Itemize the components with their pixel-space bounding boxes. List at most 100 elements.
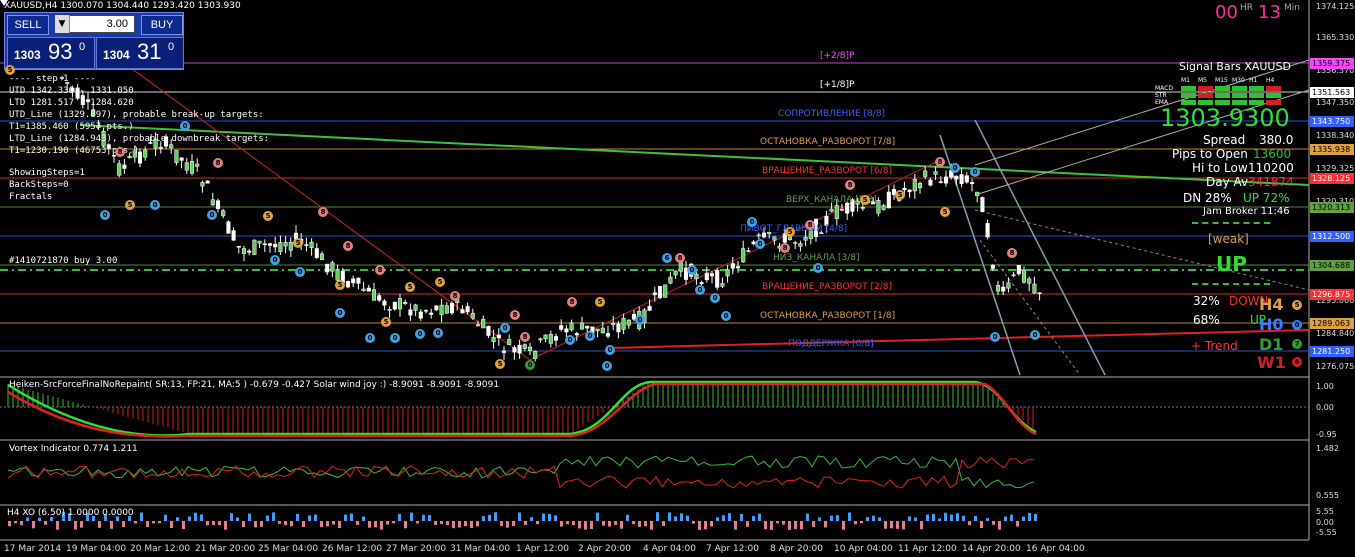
vortex-indicator: [7, 455, 1035, 489]
title-arrow-icon: [0, 0, 8, 6]
xo-bar: [932, 514, 935, 521]
signal-bar: [1266, 93, 1281, 98]
candle-body: [574, 333, 579, 336]
signal-bar: [1198, 86, 1213, 91]
xo-bar: [920, 521, 923, 530]
xo-bar: [266, 515, 269, 521]
xo-bar: [674, 516, 677, 521]
candle-body: [876, 200, 881, 214]
candle-body: [1011, 274, 1016, 277]
xo-bar: [686, 515, 689, 521]
candle-body: [756, 234, 761, 237]
candle-body: [1027, 278, 1032, 284]
price-chart[interactable]: [0, 0, 1355, 557]
xo-bar: [974, 516, 977, 521]
candle-body: [933, 171, 938, 175]
fractal-marker-icon: 5: [435, 277, 445, 287]
xo-bar: [158, 521, 161, 524]
fractal-marker-icon: 8: [675, 253, 685, 263]
d1-signal-icon: 7: [1292, 339, 1302, 349]
sell-button[interactable]: SELL: [7, 15, 49, 35]
candle-body: [917, 182, 923, 188]
xo-bar: [272, 512, 275, 521]
price-tag: 1343.750: [1310, 116, 1354, 127]
xo-bar: [626, 514, 629, 521]
fractal-marker-icon: 8: [450, 291, 460, 301]
fractal-marker-icon: 8: [520, 332, 530, 342]
xo-bar: [890, 521, 893, 529]
xo-bar: [590, 521, 593, 530]
xo-bar: [566, 521, 569, 525]
ask-quote[interactable]: 1304 31 0: [96, 37, 184, 69]
info-line: BackSteps=0: [9, 180, 69, 190]
level-label: НИЗ_КАНАЛА [3/8]: [773, 253, 860, 263]
up-percent: UP 72%: [1243, 191, 1290, 205]
h0-signal-icon: 0: [1292, 320, 1302, 330]
fractal-marker-icon: 0: [525, 360, 535, 370]
candle-body: [319, 253, 325, 260]
xo-bar: [758, 513, 761, 521]
candle-body: [1037, 292, 1042, 294]
xo-bar: [26, 517, 29, 521]
candle-body: [985, 222, 990, 238]
candle-body: [715, 270, 720, 288]
candle-body: [673, 270, 678, 276]
time-axis-label: 17 Mar 2014: [4, 544, 62, 554]
xo-bar: [200, 514, 203, 521]
info-line: T1=1385.460 (5957 pts.): [9, 122, 134, 132]
xo-bar: [644, 521, 647, 527]
xo-bar: [230, 513, 233, 521]
signal-bar: [1198, 93, 1213, 98]
xo-bar: [296, 513, 299, 521]
xo-bar: [422, 514, 425, 521]
bid-quote[interactable]: 1303 93 0: [7, 37, 95, 69]
lot-down-arrow-icon[interactable]: ▼: [55, 15, 70, 33]
solar-wind-indicator: [0, 380, 1309, 438]
xo-bar: [254, 521, 257, 528]
candle-body: [262, 243, 267, 246]
fractal-marker-icon: 5: [335, 280, 345, 290]
candle-body: [969, 182, 975, 185]
time-axis-label: 2 Apr 20:00: [578, 544, 631, 554]
xo-bar: [668, 512, 671, 521]
candle-body: [517, 344, 522, 354]
candle-body: [616, 323, 621, 333]
xo-bar: [32, 521, 35, 529]
candle-body: [252, 239, 257, 255]
fractal-marker-icon: 8: [115, 147, 125, 157]
signal-row-label: MACD: [1155, 85, 1173, 92]
candle-body: [481, 318, 486, 329]
tf-d1-label: D1: [1259, 335, 1284, 354]
xo-bar: [770, 521, 773, 530]
candle-body: [273, 243, 278, 248]
candle-body: [236, 245, 241, 248]
xo-bar: [308, 515, 311, 521]
xo-bar: [638, 521, 641, 527]
down-percent: DN 28%: [1183, 191, 1232, 205]
fractal-marker-icon: 0: [207, 210, 217, 220]
xo-bar: [194, 512, 197, 521]
xo-bar: [782, 521, 785, 525]
candle-body: [304, 244, 309, 246]
fractal-marker-icon: 8: [1007, 248, 1017, 258]
xo-bar: [632, 521, 635, 525]
xo-bar: [440, 521, 443, 524]
candle-body: [184, 162, 189, 171]
xo-bar: [146, 521, 149, 528]
xo-bar: [398, 513, 401, 521]
candle-body: [158, 146, 163, 149]
vortex-indicator-label: Vortex Indicator 0.774 1.211: [9, 444, 138, 454]
xo-bar: [812, 521, 815, 527]
info-line: ---- step 1 ----: [9, 74, 96, 84]
buy-button[interactable]: BUY: [141, 15, 183, 35]
xo-bar: [134, 521, 137, 524]
xo-bar: [956, 513, 959, 521]
timeframe-label: H4: [1266, 77, 1275, 84]
candle-body: [990, 264, 995, 269]
xo-bar: [56, 521, 59, 530]
xo-bar: [722, 515, 725, 521]
candle-body: [611, 322, 616, 325]
vortex-axis-bottom: 0.555: [1316, 491, 1339, 500]
level-label: [+2/8]P: [820, 51, 855, 61]
xo-bar: [1028, 512, 1031, 521]
